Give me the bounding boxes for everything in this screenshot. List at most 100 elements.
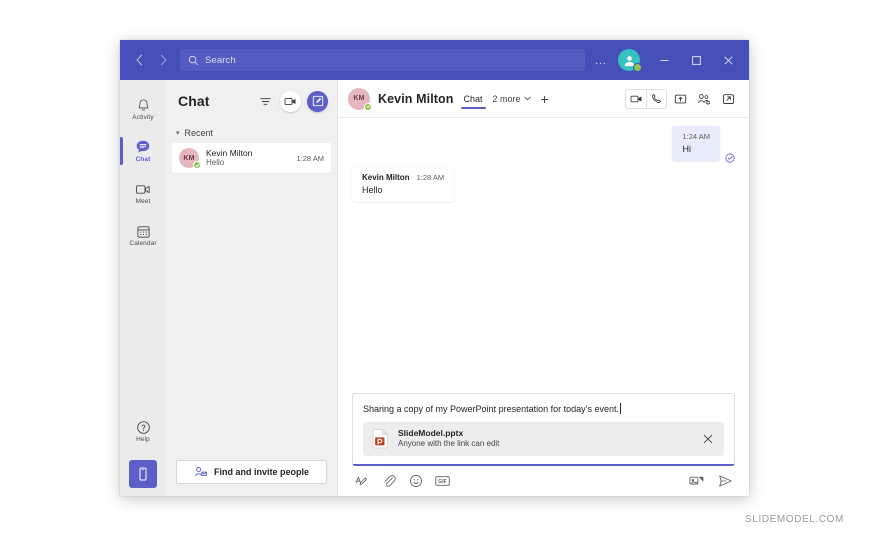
- title-bar: Search …: [120, 40, 749, 80]
- sidebar-item-activity[interactable]: Activity: [120, 88, 166, 130]
- add-people-icon[interactable]: [693, 89, 715, 109]
- svg-text:GIF: GIF: [438, 479, 446, 485]
- call-button-group: [625, 88, 667, 109]
- chat-bubble-icon: [135, 139, 151, 155]
- mobile-phone-icon: [137, 466, 149, 482]
- message-list: 1:24 AM Hi Kevin Milton 1:28 AM Hello: [338, 118, 749, 393]
- chat-list-header: Chat: [166, 80, 337, 122]
- avatar: KM: [348, 87, 372, 111]
- search-input[interactable]: Search: [180, 49, 585, 71]
- list-item-time: 1:28 AM: [296, 153, 324, 163]
- recent-section-header[interactable]: ▾ Recent: [166, 122, 337, 143]
- minimize-button[interactable]: [649, 40, 679, 80]
- list-item[interactable]: KM Kevin Milton Hello 1:28 AM: [172, 143, 331, 173]
- popout-window-icon[interactable]: [717, 89, 739, 109]
- avatar: KM: [179, 148, 201, 169]
- screen-share-icon[interactable]: [669, 89, 691, 109]
- tab-chat[interactable]: Chat: [460, 84, 486, 113]
- app-rail: Activity Chat Meet Calendar Help: [120, 80, 166, 496]
- sidebar-item-help[interactable]: Help: [120, 410, 166, 452]
- sidebar-item-meet[interactable]: Meet: [120, 172, 166, 214]
- chevron-down-icon: ▾: [176, 130, 180, 137]
- compose-toolbar-right: [689, 473, 733, 488]
- sidebar-item-label: Calendar: [129, 239, 157, 247]
- compose-box[interactable]: Sharing a copy of my PowerPoint presenta…: [352, 393, 735, 466]
- attachment-info: SlideModel.pptx Anyone with the link can…: [398, 428, 691, 449]
- add-person-icon: [194, 466, 207, 478]
- attachment-permission: Anyone with the link can edit: [398, 439, 500, 449]
- video-camera-icon: [135, 182, 151, 197]
- message-meta: 1:24 AM: [682, 132, 710, 141]
- send-icon[interactable]: [718, 473, 733, 488]
- sidebar-item-label: Activity: [132, 113, 154, 121]
- recent-section-label: Recent: [184, 128, 214, 138]
- emoji-icon[interactable]: [408, 473, 423, 488]
- message-time: 1:24 AM: [682, 132, 710, 141]
- gif-icon[interactable]: GIF: [435, 473, 450, 488]
- sidebar-item-calendar[interactable]: Calendar: [120, 214, 166, 256]
- teams-window: Search … Activity Chat Meet Calendar Hel…: [120, 40, 749, 496]
- powerpoint-file-icon: [372, 429, 389, 449]
- sidebar-item-chat[interactable]: Chat: [120, 130, 166, 172]
- remove-attachment-icon[interactable]: [700, 432, 715, 447]
- window-controls: …: [589, 40, 743, 80]
- message-bubble[interactable]: 1:24 AM Hi: [672, 126, 720, 161]
- user-avatar[interactable]: [618, 49, 642, 72]
- message-row-outgoing: 1:24 AM Hi: [352, 126, 735, 163]
- navigation-arrows: [128, 48, 178, 72]
- message-bubble[interactable]: Kevin Milton 1:28 AM Hello: [352, 167, 455, 202]
- forward-icon[interactable]: [152, 48, 174, 72]
- window-body: Activity Chat Meet Calendar Help Chat ▾ …: [120, 80, 749, 496]
- conversation-title: Kevin Milton: [378, 91, 454, 106]
- filter-icon[interactable]: [256, 92, 274, 110]
- message-input[interactable]: Sharing a copy of my PowerPoint presenta…: [363, 403, 724, 414]
- message-meta: Kevin Milton 1:28 AM: [362, 173, 444, 182]
- list-item-body: Kevin Milton Hello: [206, 148, 289, 169]
- text-cursor: [619, 403, 621, 414]
- sidebar-item-label: Chat: [135, 156, 151, 163]
- back-icon[interactable]: [128, 48, 150, 72]
- mobile-app-button[interactable]: [129, 460, 157, 488]
- find-and-invite-people-button[interactable]: Find and invite people: [176, 460, 327, 484]
- new-chat-compose-icon[interactable]: [307, 90, 328, 112]
- more-tabs-dropdown[interactable]: 2 more: [493, 94, 531, 104]
- sticker-icon[interactable]: [689, 473, 704, 488]
- page-title: Chat: [178, 93, 210, 109]
- presence-badge-available: [633, 63, 642, 72]
- video-call-icon[interactable]: [626, 90, 646, 108]
- list-item-name: Kevin Milton: [206, 147, 253, 158]
- list-item-preview: Hello: [206, 158, 225, 168]
- presence-badge-available: [193, 161, 201, 169]
- close-button[interactable]: [713, 40, 743, 80]
- rail-bottom-group: Help: [120, 410, 166, 496]
- screenshot-root: Search … Activity Chat Meet Calendar Hel…: [0, 0, 870, 539]
- more-tabs-label: 2 more: [492, 93, 521, 104]
- search-icon: [188, 55, 199, 66]
- overflow-menu-icon[interactable]: …: [589, 53, 613, 67]
- message-author: Kevin Milton: [362, 173, 410, 182]
- chat-list-spacer: [166, 173, 337, 452]
- help-circle-icon: [136, 420, 151, 435]
- calendar-icon: [136, 224, 151, 239]
- attach-file-icon[interactable]: [381, 473, 396, 488]
- message-time: 1:28 AM: [416, 173, 445, 182]
- sidebar-item-label: Meet: [135, 197, 151, 205]
- add-tab-button[interactable]: +: [539, 92, 551, 106]
- format-text-icon[interactable]: [354, 473, 369, 488]
- attachment-file-name: SlideModel.pptx: [398, 428, 464, 439]
- chat-list-panel: Chat ▾ Recent KM Kevin Milton Hello 1:28…: [166, 80, 338, 496]
- maximize-button[interactable]: [681, 40, 711, 80]
- presence-badge-available: [364, 102, 372, 111]
- conversation-actions: [625, 88, 739, 109]
- invite-area: Find and invite people: [166, 452, 337, 496]
- message-input-text: Sharing a copy of my PowerPoint presenta…: [363, 403, 619, 414]
- audio-call-icon[interactable]: [646, 89, 666, 108]
- conversation-header: KM Kevin Milton Chat 2 more +: [338, 80, 749, 118]
- chevron-down-icon: [523, 96, 531, 101]
- message-text: Hi: [682, 144, 691, 154]
- seen-check-icon: [725, 153, 735, 163]
- avatar-initials: KM: [353, 95, 365, 102]
- attachment-card[interactable]: SlideModel.pptx Anyone with the link can…: [363, 422, 724, 456]
- meet-now-video-icon[interactable]: [280, 90, 301, 112]
- conversation-panel: KM Kevin Milton Chat 2 more + 1:24 AM Hi…: [338, 80, 749, 496]
